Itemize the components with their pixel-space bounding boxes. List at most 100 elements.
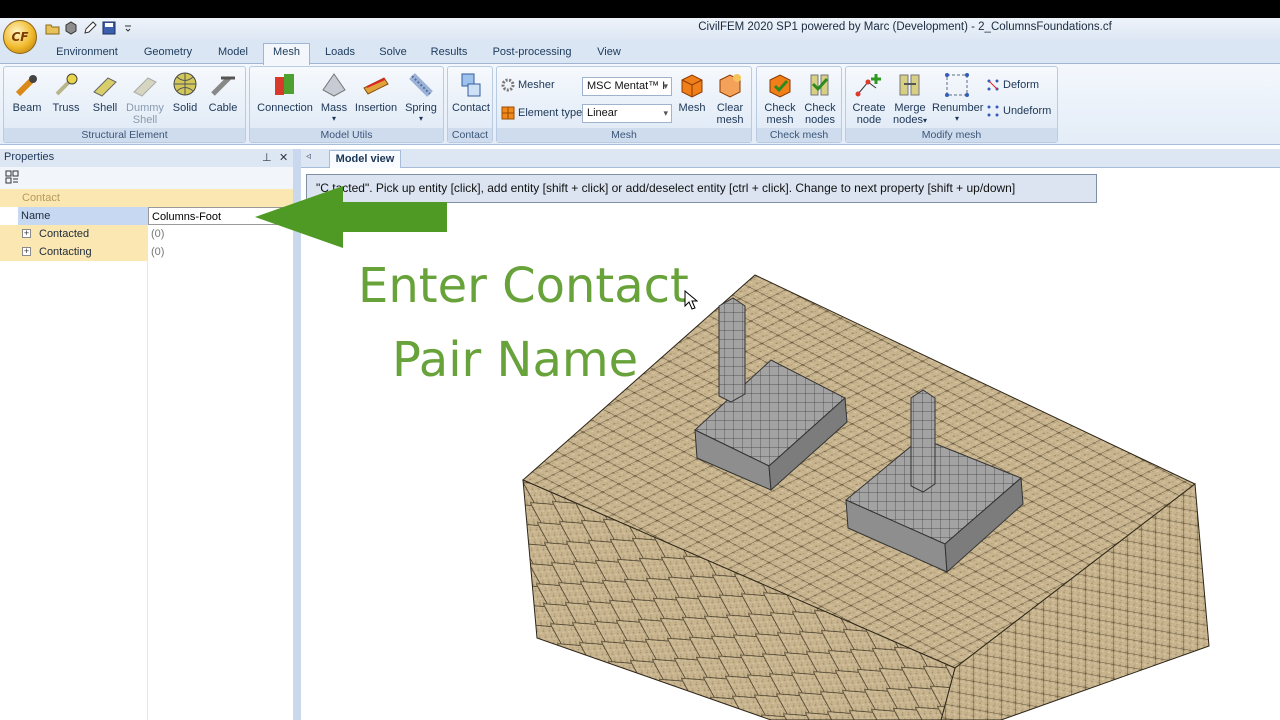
tab-post-processing[interactable]: Post-processing (486, 44, 578, 64)
insertion-icon (363, 77, 389, 95)
clear-mesh-button[interactable]: Clear mesh (711, 70, 749, 128)
chevron-down-icon: ▾ (663, 108, 668, 118)
spring-button[interactable]: Spring ▾ (402, 70, 440, 128)
group-model-utils: Connection Mass ▾ Insertion Spring ▾ Mod… (249, 66, 444, 143)
tab-results[interactable]: Results (424, 44, 474, 64)
dummy-shell-icon (133, 77, 157, 97)
app-menu-button[interactable]: CF (3, 20, 37, 54)
expand-plus-icon[interactable]: + (22, 229, 31, 238)
element-grid-icon (501, 106, 515, 120)
mesh-button[interactable]: Mesh (675, 70, 709, 128)
shell-button[interactable]: Shell (87, 70, 123, 128)
tab-model-view[interactable]: Model view (329, 150, 401, 168)
edit-icon[interactable] (82, 20, 98, 36)
deform-button[interactable]: Deform (986, 75, 1039, 95)
group-check-mesh: Check mesh Check nodes Check mesh (756, 66, 842, 143)
tab-loads[interactable]: Loads (318, 44, 362, 64)
cable-button[interactable]: Cable (205, 70, 241, 128)
merge-nodes-icon (899, 74, 920, 96)
save-icon[interactable] (101, 20, 117, 36)
clear-mesh-label-1: Clear (716, 102, 744, 114)
tab-view[interactable]: View (590, 44, 628, 64)
categorized-view-icon[interactable] (5, 170, 19, 184)
dummy-shell-button[interactable]: Dummy Shell (124, 70, 166, 128)
group-label-structural-element: Structural Element (4, 128, 245, 142)
spring-label: Spring (405, 102, 437, 114)
merge-nodes-label-2: nodes (893, 114, 923, 126)
beam-icon (15, 75, 37, 97)
check-mesh-label-2: mesh (766, 114, 794, 126)
renumber-icon (945, 73, 969, 97)
check-nodes-label-2: nodes (805, 114, 835, 126)
dummy-shell-label-1: Dummy (126, 102, 164, 114)
contact-button[interactable]: Contact (450, 70, 492, 128)
create-node-label-1: Create (852, 102, 886, 114)
deform-icon (987, 79, 999, 91)
tab-solve[interactable]: Solve (372, 44, 414, 64)
scroll-left-icon[interactable]: ◃ (306, 151, 311, 162)
model-viewport[interactable] (301, 168, 1280, 720)
property-category-contact[interactable]: Contact (0, 189, 293, 207)
tab-geometry[interactable]: Geometry (138, 44, 198, 64)
group-structural-element: Beam Truss Shell Dummy Shell Solid Cable… (3, 66, 246, 143)
spring-icon (409, 73, 433, 97)
truss-icon (55, 73, 78, 96)
renumber-button[interactable]: Renumber ▾ (932, 70, 983, 128)
shell-icon (93, 77, 117, 97)
element-type-label-row: Element type (501, 103, 582, 123)
undeform-button[interactable]: Undeform (986, 101, 1051, 121)
cable-icon (211, 76, 235, 96)
contact-icon (461, 73, 481, 97)
mass-button[interactable]: Mass ▾ (318, 70, 350, 128)
create-node-button[interactable]: Create node (850, 70, 888, 128)
quick-access-toolbar (44, 20, 136, 37)
mesher-value: MSC Mentat™ I (587, 80, 666, 92)
property-row-name[interactable]: Name Columns-Foot (0, 207, 293, 225)
cube-icon[interactable] (63, 20, 79, 36)
check-mesh-button[interactable]: Check mesh (761, 70, 799, 128)
tab-mesh[interactable]: Mesh (263, 43, 310, 65)
property-row-contacted[interactable]: + Contacted (0) (0, 225, 293, 243)
create-node-label-2: node (856, 114, 882, 126)
open-folder-icon[interactable] (44, 20, 60, 36)
mass-dropdown-icon: ▾ (331, 114, 336, 123)
mesh-label: Mesh (678, 102, 706, 114)
property-name-label: Name (18, 207, 148, 225)
close-icon[interactable]: ✕ (279, 151, 288, 164)
top-black-band (0, 0, 1280, 18)
connection-icon (275, 74, 294, 95)
pin-icon[interactable]: ⊥ (262, 151, 272, 164)
beam-button[interactable]: Beam (9, 70, 45, 128)
check-mesh-label-1: Check (764, 102, 796, 114)
group-label-model-utils: Model Utils (250, 128, 443, 142)
solid-button[interactable]: Solid (167, 70, 203, 128)
mesher-label: Mesher (518, 79, 555, 91)
truss-button[interactable]: Truss (48, 70, 84, 128)
mesh-cube-icon (681, 74, 703, 98)
group-contact: Contact Contact (447, 66, 493, 143)
tab-environment[interactable]: Environment (48, 44, 126, 64)
mass-label: Mass (320, 102, 348, 114)
truss-label: Truss (52, 102, 80, 114)
group-mesh: Mesher MSC Mentat™ I ▾ Element type Line… (496, 66, 752, 143)
mesher-label-row: Mesher (501, 75, 555, 95)
customize-dropdown-icon[interactable] (120, 20, 136, 36)
insertion-label: Insertion (354, 102, 398, 114)
tab-model[interactable]: Model (210, 44, 256, 64)
mesh-model-render[interactable] (301, 168, 1280, 720)
insertion-button[interactable]: Insertion (352, 70, 400, 128)
mesher-combo[interactable]: MSC Mentat™ I ▾ (582, 77, 672, 96)
connection-button[interactable]: Connection (254, 70, 316, 128)
grid-column-divider (147, 261, 148, 720)
check-mesh-icon (769, 74, 791, 98)
contact-label: Contact (452, 102, 490, 114)
merge-nodes-button[interactable]: Merge nodes▾ (890, 70, 930, 128)
element-type-value: Linear (587, 107, 618, 119)
expand-plus-icon[interactable]: + (22, 247, 31, 256)
check-nodes-label-1: Check (804, 102, 836, 114)
check-nodes-button[interactable]: Check nodes (800, 70, 840, 128)
property-row-contacting[interactable]: + Contacting (0) (0, 243, 293, 261)
element-type-combo[interactable]: Linear ▾ (582, 104, 672, 123)
clear-mesh-icon (719, 74, 741, 98)
gear-icon (501, 78, 515, 92)
